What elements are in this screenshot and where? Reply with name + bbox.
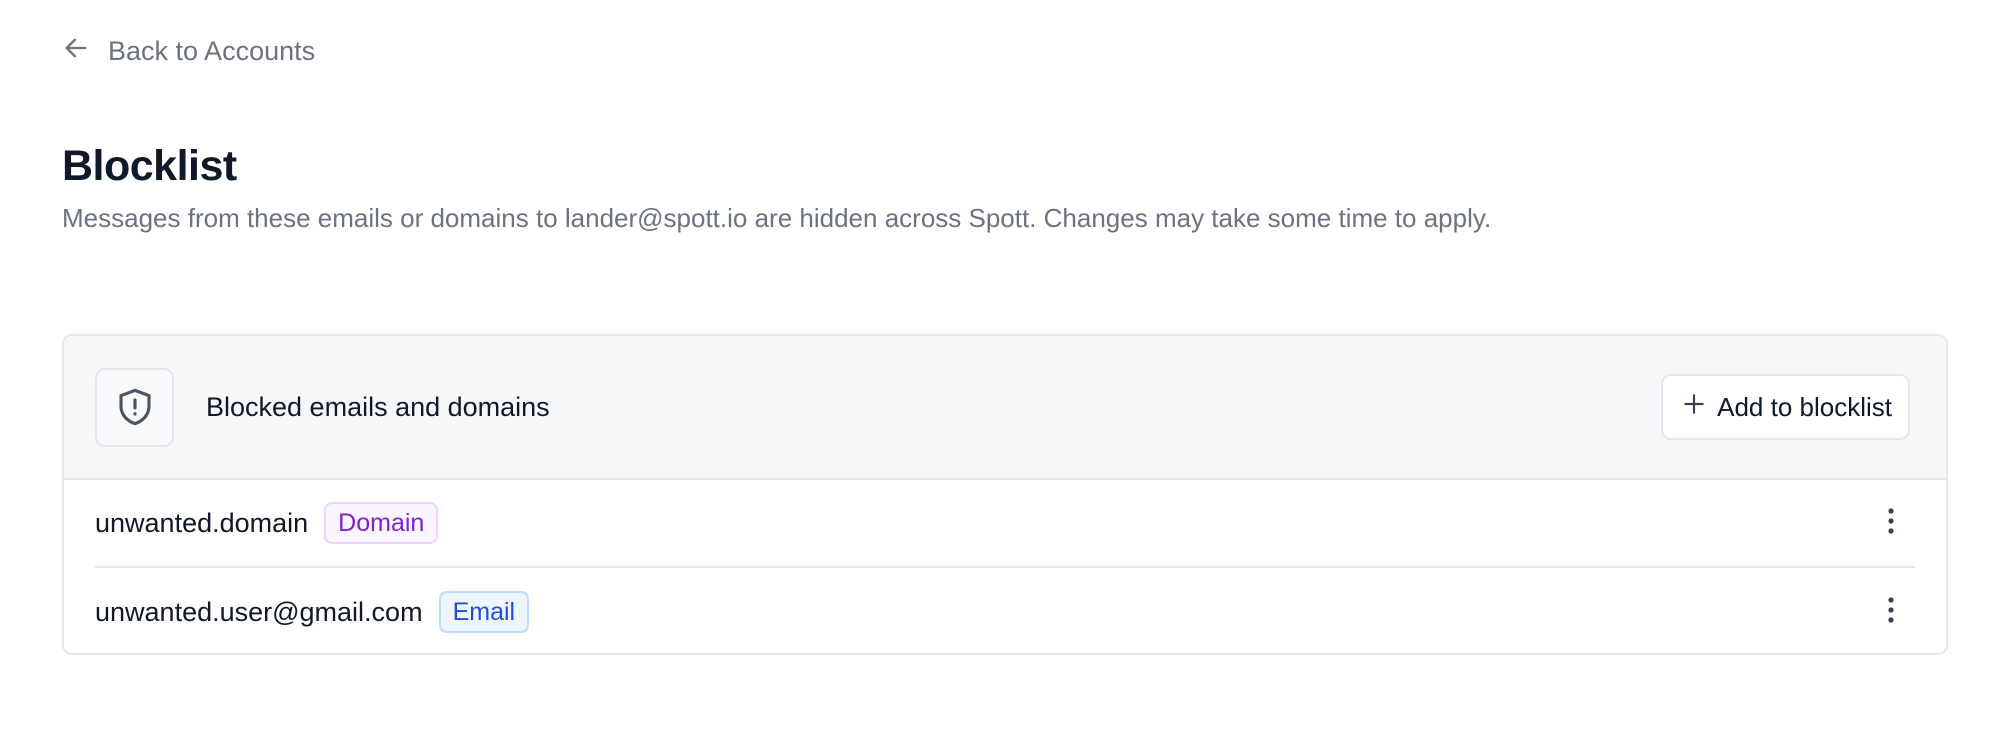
blocked-item-row: unwanted.user@gmail.com Email <box>95 568 1915 653</box>
card-header: Blocked emails and domains Add to blockl… <box>64 336 1946 480</box>
add-to-blocklist-button[interactable]: Add to blocklist <box>1661 374 1910 440</box>
more-options-button[interactable] <box>1871 503 1911 543</box>
blocked-item-value: unwanted.domain <box>95 507 309 538</box>
more-vertical-icon <box>1887 507 1895 540</box>
page-description: Messages from these emails or domains to… <box>62 203 1492 233</box>
plus-icon <box>1681 391 1707 424</box>
more-options-button[interactable] <box>1871 592 1911 632</box>
page-title: Blocklist <box>62 142 237 190</box>
more-vertical-icon <box>1887 596 1895 629</box>
blocklist-card: Blocked emails and domains Add to blockl… <box>62 334 1948 655</box>
blocklist-page: Back to Accounts Blocklist Messages from… <box>0 0 2000 731</box>
back-link-label: Back to Accounts <box>108 36 316 66</box>
blocked-item-row: unwanted.domain Domain <box>95 480 1915 568</box>
card-title: Blocked emails and domains <box>206 391 550 422</box>
blocked-list: unwanted.domain Domain unwanted.user@gma… <box>64 480 1946 653</box>
add-button-label: Add to blocklist <box>1717 391 1892 422</box>
type-badge-email: Email <box>438 591 530 633</box>
back-to-accounts-link[interactable]: Back to Accounts <box>62 34 315 69</box>
type-badge-domain: Domain <box>324 502 439 544</box>
arrow-left-icon <box>62 34 90 69</box>
blocked-item-value: unwanted.user@gmail.com <box>95 596 423 627</box>
shield-alert-icon <box>95 367 174 447</box>
